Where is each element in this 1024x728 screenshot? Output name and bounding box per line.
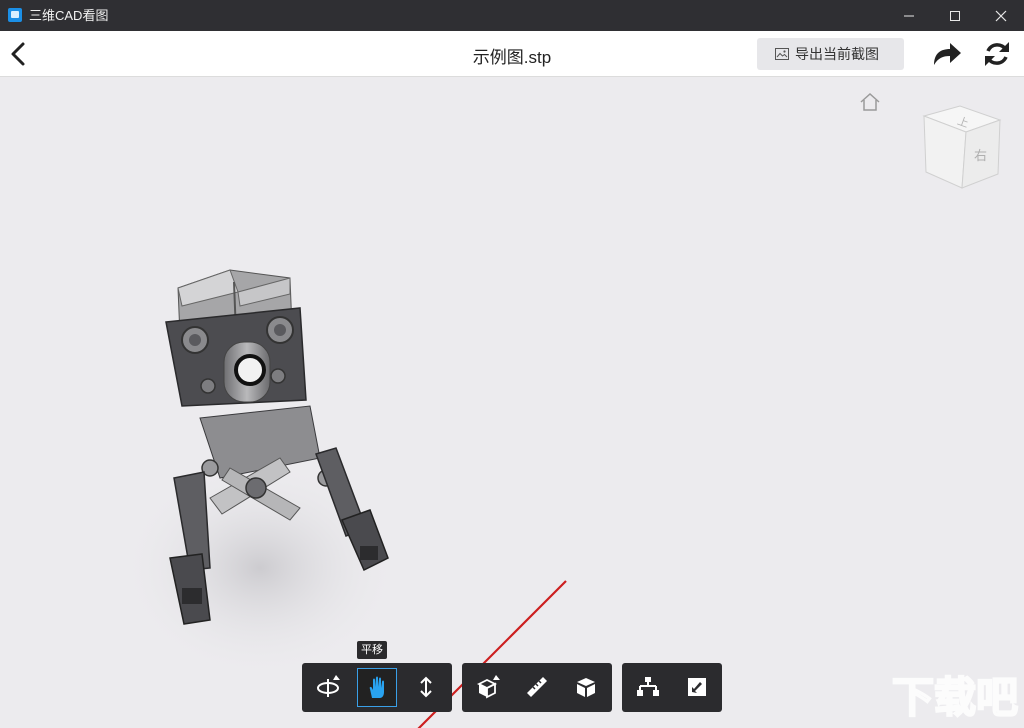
- export-button-label: 导出当前截图: [795, 46, 879, 62]
- maximize-button[interactable]: [932, 0, 978, 31]
- fullscreen-button[interactable]: [677, 668, 717, 707]
- section-cube-icon: [476, 675, 500, 699]
- refresh-button[interactable]: [982, 39, 1012, 69]
- close-icon: [995, 10, 1007, 22]
- model-tree-button[interactable]: [628, 668, 668, 707]
- view-cube-right-label: 右: [974, 149, 987, 164]
- export-screenshot-button[interactable]: 导出当前截图: [757, 38, 904, 70]
- maximize-icon: [950, 11, 960, 21]
- home-view-button[interactable]: [859, 92, 881, 112]
- refresh-icon: [985, 42, 1009, 66]
- app-title: 三维CAD看图: [29, 8, 109, 23]
- view-cube[interactable]: 上 右: [920, 102, 1004, 192]
- share-arrow-icon: [934, 43, 961, 65]
- window-titlebar: 三维CAD看图: [0, 0, 1024, 31]
- minimize-button[interactable]: [886, 0, 932, 31]
- hand-pan-icon: [369, 676, 384, 698]
- app-logo-icon: [8, 8, 22, 22]
- home-icon: [860, 92, 880, 111]
- image-icon: [775, 48, 789, 60]
- chevron-left-icon: [11, 42, 25, 66]
- ruler-icon: [527, 677, 547, 697]
- share-button[interactable]: [931, 40, 963, 68]
- pan-tool-button[interactable]: [357, 668, 397, 707]
- display-mode-button[interactable]: [566, 668, 606, 707]
- hierarchy-tree-icon: [637, 677, 659, 696]
- 3d-viewport[interactable]: 上 右: [0, 78, 1024, 728]
- section-view-button[interactable]: [468, 668, 508, 707]
- file-title: 示例图.stp: [472, 48, 552, 67]
- zoom-tool-button[interactable]: [406, 668, 446, 707]
- watermark-logo: 下载吧: [891, 672, 1019, 723]
- back-button[interactable]: [6, 39, 32, 69]
- measure-tool-button[interactable]: [517, 668, 557, 707]
- viewer-header: 示例图.stp 导出当前截图: [0, 31, 1024, 77]
- view-toolbar: [622, 663, 722, 712]
- close-button[interactable]: [978, 0, 1024, 31]
- fullscreen-icon: [688, 678, 706, 696]
- navigation-toolbar: [302, 663, 452, 712]
- orbit-rotate-icon: [317, 675, 340, 697]
- solid-cube-icon: [577, 678, 595, 697]
- rotate-tool-button[interactable]: [308, 668, 348, 707]
- minimize-icon: [904, 15, 914, 17]
- svg-text:下载吧: 下载吧: [892, 673, 1018, 722]
- analysis-toolbar: [462, 663, 612, 712]
- vertical-arrows-icon: [420, 676, 432, 698]
- pan-tooltip: 平移: [357, 641, 387, 659]
